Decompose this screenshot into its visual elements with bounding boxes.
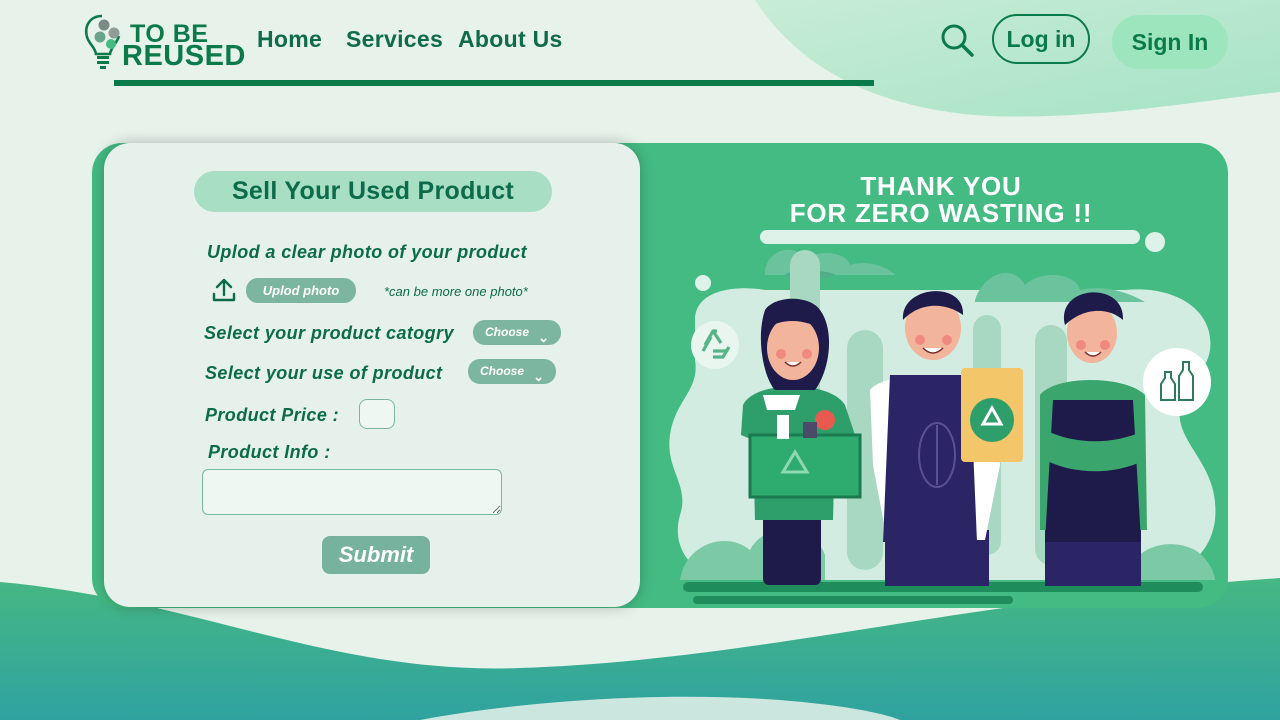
upload-photo-button[interactable]: Uplod photo (246, 278, 356, 303)
sell-product-form: Sell Your Used Product Uplod a clear pho… (104, 143, 640, 607)
form-title: Sell Your Used Product (194, 171, 552, 212)
brand-name-line2: REUSED (122, 40, 246, 72)
price-input[interactable] (359, 399, 395, 429)
upload-note: *can be more one photo* (384, 284, 528, 299)
category-select[interactable]: Choose ⌄ (473, 320, 561, 345)
use-select[interactable]: Choose ⌄ (468, 359, 556, 384)
info-label: Product Info : (208, 442, 331, 462)
signin-button[interactable]: Sign In (1112, 15, 1228, 69)
product-info-textarea[interactable] (202, 469, 502, 515)
banner-line2: FOR ZERO WASTING !! (789, 198, 1093, 228)
use-select-value: Choose (480, 364, 525, 378)
price-label: Product Price : (205, 405, 340, 425)
banner-line1: THANK YOU (860, 171, 1022, 201)
thank-you-banner: THANK YOU FOR ZERO WASTING !! (760, 173, 1122, 227)
login-button[interactable]: Log in (992, 14, 1090, 64)
upload-prompt: Uplod a clear photo of your product (207, 242, 527, 262)
nav-home[interactable]: Home (257, 26, 322, 53)
use-label: Select your use of product (205, 363, 443, 383)
volunteers-illustration (669, 230, 1216, 604)
chevron-down-icon: ⌄ (538, 330, 549, 345)
nav-services[interactable]: Services (346, 26, 443, 53)
nav-about-us[interactable]: About Us (458, 26, 563, 53)
search-button[interactable] (938, 20, 978, 60)
site-header: TO BE REUSED Home Services About Us Log … (0, 0, 1280, 90)
header-divider (114, 80, 874, 86)
chevron-down-icon: ⌄ (533, 369, 544, 384)
category-label: Select your product catogry (204, 323, 454, 343)
category-select-value: Choose (485, 325, 530, 339)
submit-button[interactable]: Submit (322, 536, 430, 574)
brand-logo[interactable]: TO BE REUSED (84, 12, 246, 72)
search-icon (941, 24, 974, 57)
upload-icon[interactable] (212, 277, 236, 303)
